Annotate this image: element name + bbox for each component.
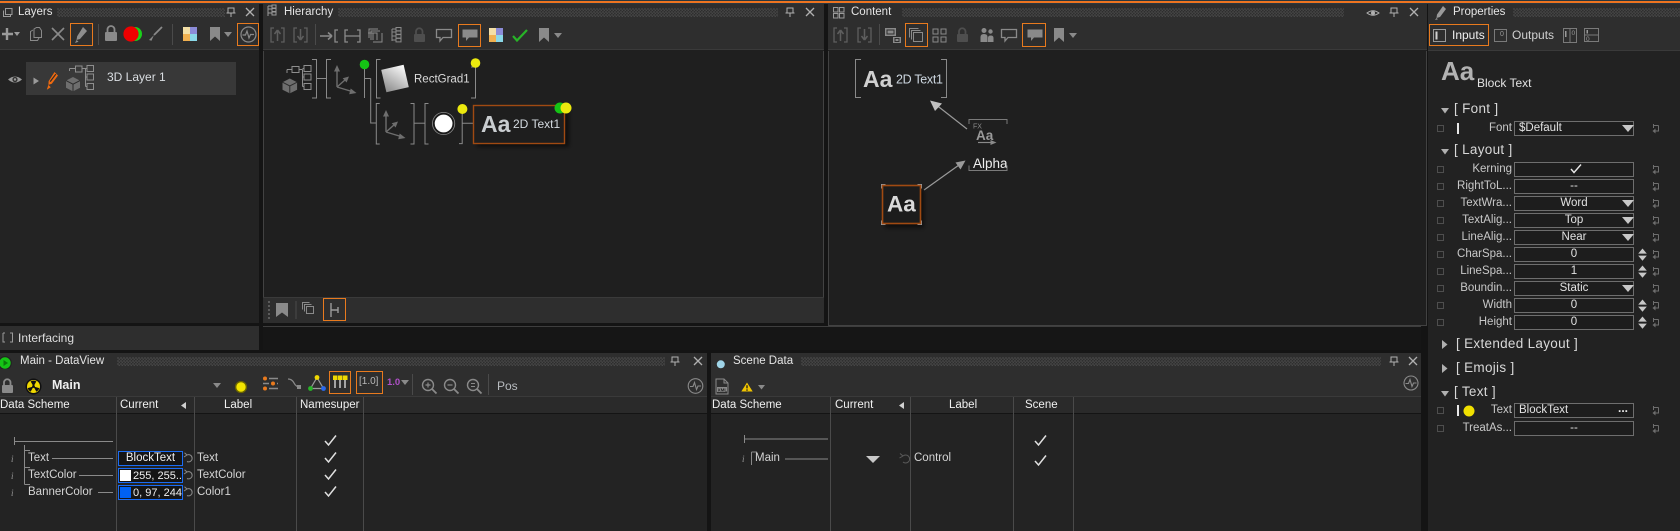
svg-text:2D Text1: 2D Text1 [513, 117, 560, 131]
svg-text:i: i [11, 488, 14, 498]
svg-text:Aa: Aa [863, 66, 893, 92]
svg-text:Aa: Aa [481, 111, 511, 137]
svg-text:0: 0 [1572, 30, 1576, 37]
svg-text:0: 0 [1500, 31, 1504, 38]
svg-text:RectGrad1: RectGrad1 [414, 74, 470, 86]
svg-text:Aa: Aa [887, 192, 916, 217]
svg-text:Alpha: Alpha [973, 156, 1008, 171]
svg-text:i: i [11, 471, 14, 481]
svg-text:XML: XML [718, 387, 728, 392]
svg-text:2D Text1: 2D Text1 [896, 73, 943, 87]
svg-text:i: i [742, 454, 745, 464]
svg-text:0: 0 [1586, 36, 1590, 43]
svg-text:i: i [11, 454, 14, 464]
